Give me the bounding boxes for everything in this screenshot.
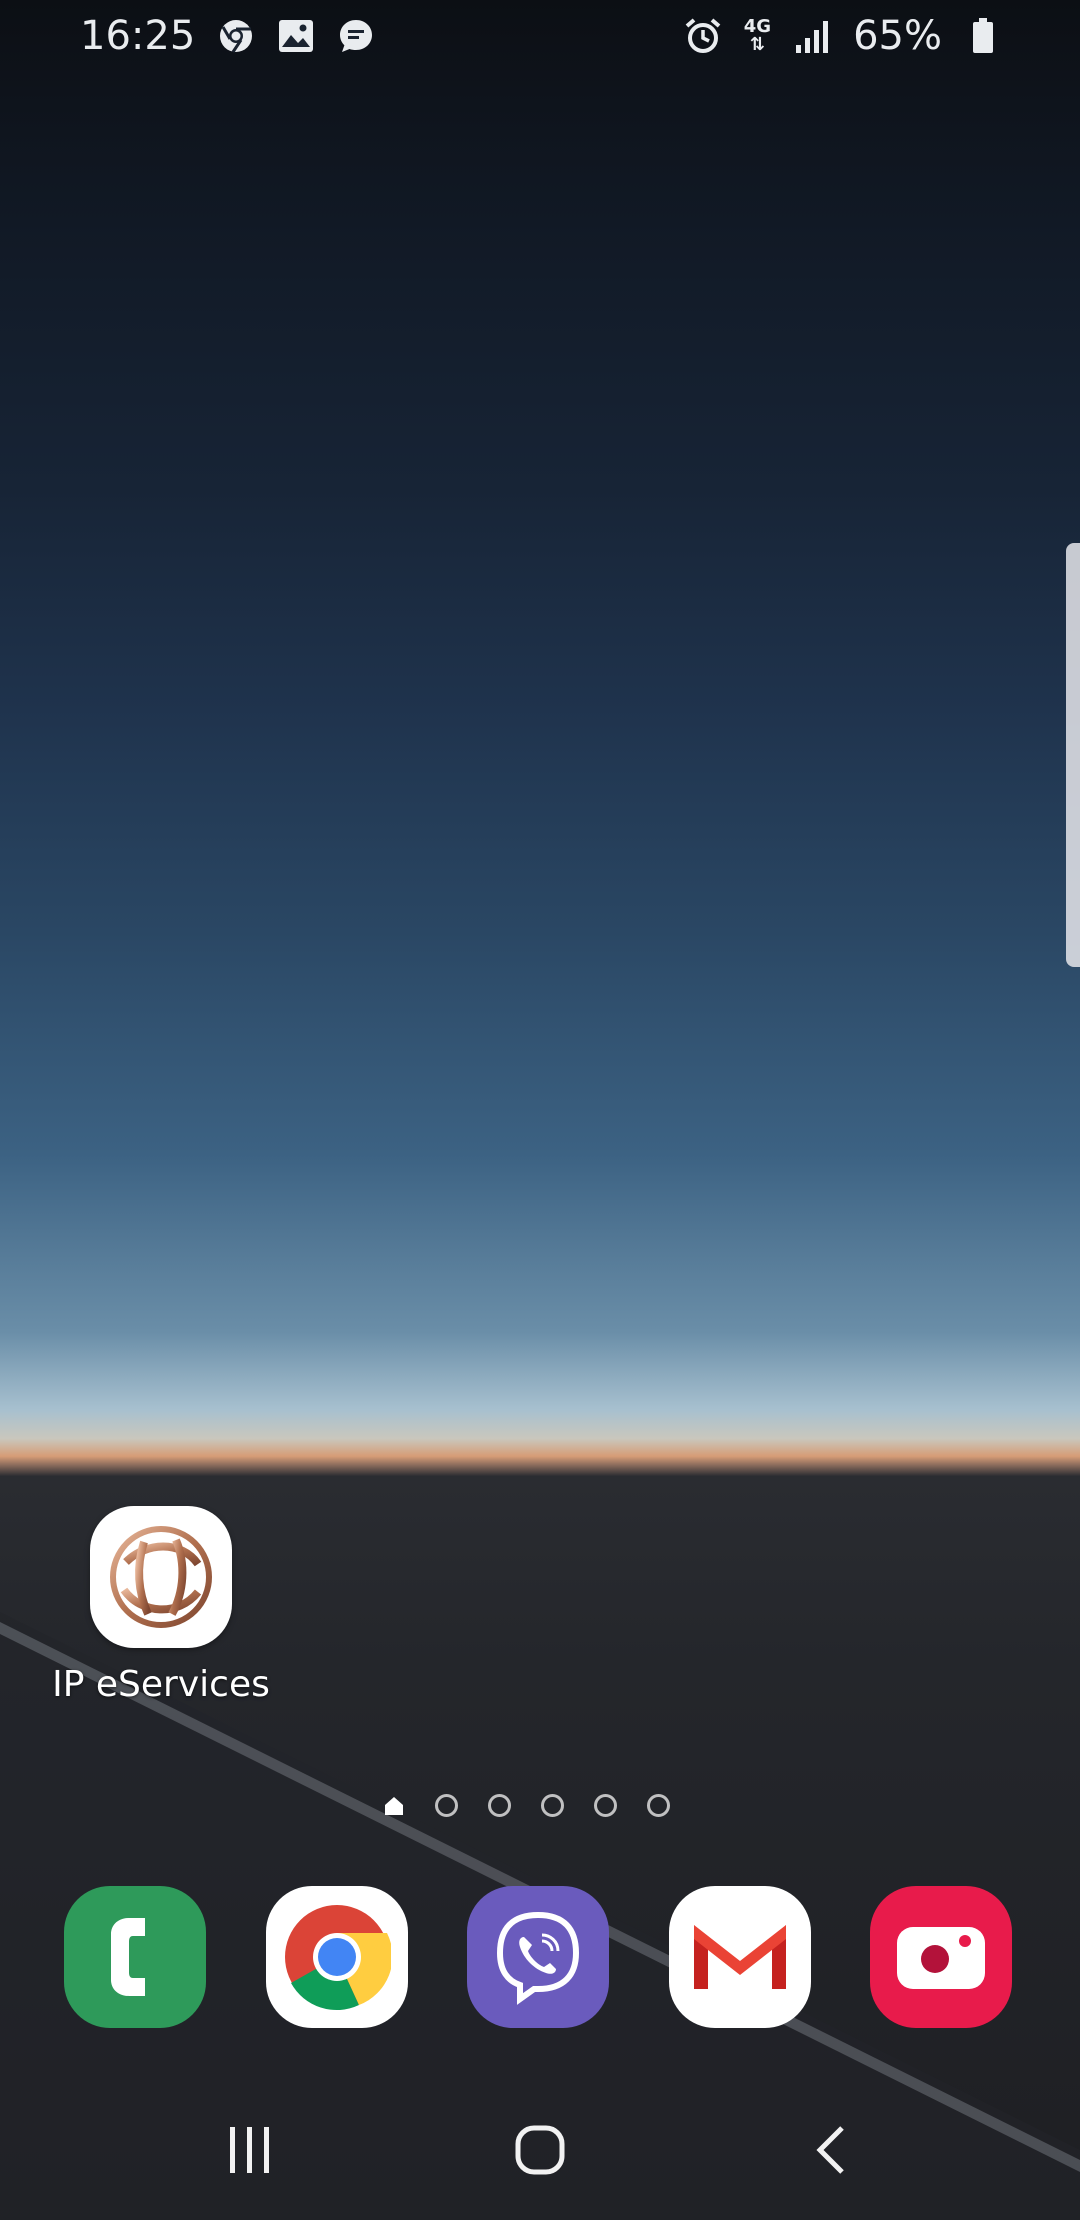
status-bar: 16:25 4G ⇅ 65% xyxy=(0,0,1080,72)
page-indicator-dot[interactable] xyxy=(435,1794,458,1817)
edge-panel-handle[interactable] xyxy=(1066,543,1080,967)
data-transfer-icon: ⇅ xyxy=(749,34,765,55)
alarm-icon xyxy=(684,17,722,55)
battery-icon xyxy=(964,17,1002,55)
ip-eservices-icon[interactable] xyxy=(90,1506,232,1648)
navigation-bar xyxy=(0,2100,1080,2200)
signal-icon xyxy=(793,17,831,55)
chrome-app-icon[interactable] xyxy=(265,1886,408,2028)
message-notification-icon xyxy=(337,17,375,55)
app-label: IP eServices xyxy=(52,1664,270,1705)
battery-percent: 65% xyxy=(853,13,942,59)
back-icon xyxy=(816,2126,844,2174)
app-ip-eservices[interactable]: IP eServices xyxy=(30,1506,292,1705)
clock: 16:25 xyxy=(80,13,196,59)
back-button[interactable] xyxy=(800,2120,860,2180)
chrome-notification-icon xyxy=(217,17,255,55)
dock xyxy=(64,1886,1012,2028)
recent-apps-button[interactable] xyxy=(220,2120,280,2180)
page-indicator[interactable] xyxy=(383,1794,670,1817)
camera-app-icon[interactable] xyxy=(870,1886,1012,2028)
phone-app-icon[interactable] xyxy=(64,1886,206,2028)
gallery-notification-icon xyxy=(277,17,315,55)
network-type-indicator: 4G ⇅ xyxy=(744,18,771,54)
home-icon xyxy=(515,2125,565,2175)
home-button[interactable] xyxy=(510,2120,570,2180)
recent-apps-icon xyxy=(230,2127,269,2173)
page-indicator-dot[interactable] xyxy=(541,1794,564,1817)
page-indicator-dot[interactable] xyxy=(594,1794,617,1817)
gmail-app-icon[interactable] xyxy=(668,1886,811,2028)
page-indicator-dot[interactable] xyxy=(647,1794,670,1817)
viber-app-icon[interactable] xyxy=(467,1886,609,2028)
page-indicator-dot[interactable] xyxy=(488,1794,511,1817)
home-page-indicator-icon[interactable] xyxy=(383,1795,405,1817)
